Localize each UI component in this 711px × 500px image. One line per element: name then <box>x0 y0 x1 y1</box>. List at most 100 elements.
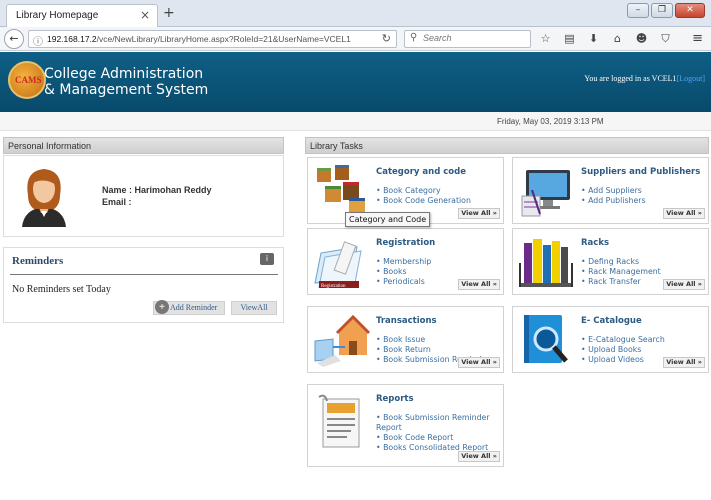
link-book-submission-reminder-report[interactable]: Book Submission Reminder Report <box>376 413 500 433</box>
url-text[interactable]: 192.168.17.2/vce/NewLibrary/LibraryHome.… <box>47 34 351 44</box>
card-links: Add Suppliers Add Publishers <box>581 186 646 206</box>
link-book-category[interactable]: Book Category <box>376 186 471 196</box>
pocket-icon[interactable]: ⛉ <box>658 31 673 46</box>
card-links: Book Category Book Code Generation <box>376 186 471 206</box>
user-name: Name : Harimohan Reddy <box>102 185 212 195</box>
report-document-icon <box>318 394 360 448</box>
browser-tab[interactable]: Library Homepage × <box>6 4 158 27</box>
browser-nav-bar: ← ⓘ 192.168.17.2/vce/NewLibrary/LibraryH… <box>0 27 711 51</box>
card-title[interactable]: Suppliers and Publishers <box>581 167 700 177</box>
tooltip: Category and Code <box>345 212 431 227</box>
card-links: Membership Books Periodicals <box>376 257 431 287</box>
link-add-suppliers[interactable]: Add Suppliers <box>581 186 646 196</box>
link-membership[interactable]: Membership <box>376 257 431 267</box>
browser-search-box[interactable]: ⚲ <box>404 30 531 48</box>
ecatalogue-search-icon <box>524 315 568 363</box>
user-info: Name : Harimohan Reddy Email : <box>102 184 212 208</box>
view-all-button[interactable]: View All » <box>458 279 500 290</box>
view-all-button[interactable]: View All » <box>458 451 500 462</box>
browser-tab-bar: Library Homepage × + – ❐ ✕ <box>0 0 711 27</box>
download-icon[interactable]: ⬇ <box>586 31 601 46</box>
app-header: CAMS College Administration & Management… <box>0 52 711 112</box>
registration-icon: Registration <box>314 241 362 289</box>
hamburger-menu-icon[interactable]: ≡ <box>692 31 703 46</box>
browser-toolbar: ☆ ▤ ⬇ ⌂ ☻ ⛉ <box>538 31 673 46</box>
add-reminder-label: Add Reminder <box>170 303 218 312</box>
home-icon[interactable]: ⌂ <box>610 31 625 46</box>
card-title[interactable]: Racks <box>581 238 609 248</box>
library-tasks-header: Library Tasks <box>305 137 709 154</box>
app-title: College Administration & Management Syst… <box>44 66 208 98</box>
info-icon[interactable]: i <box>260 253 274 265</box>
reload-icon[interactable]: ↻ <box>382 32 391 45</box>
task-card-registration: Registration Registration Membership Boo… <box>307 228 504 295</box>
personal-info-header: Personal Information <box>3 137 284 154</box>
link-upload-books[interactable]: Upload Books <box>581 345 665 355</box>
minimize-icon[interactable]: – <box>627 3 649 18</box>
personal-info-panel: Name : Harimohan Reddy Email : <box>3 155 284 237</box>
view-all-button[interactable]: View All » <box>663 208 705 219</box>
info-icon[interactable]: ⓘ <box>33 33 43 48</box>
link-rack-management[interactable]: Rack Management <box>581 267 661 277</box>
task-card-ecatalogue: E- Catalogue E-Catalogue Search Upload B… <box>512 306 709 373</box>
app-title-line1: College Administration <box>44 66 204 82</box>
transactions-house-icon <box>314 314 371 367</box>
svg-text:Registration: Registration <box>321 284 346 289</box>
current-date: Friday, May 03, 2019 3:13 PM <box>497 117 604 126</box>
card-title[interactable]: Registration <box>376 238 435 248</box>
card-title[interactable]: Transactions <box>376 316 437 326</box>
search-input[interactable] <box>423 33 523 43</box>
user-email: Email : <box>102 197 132 207</box>
book-rack-icon <box>519 239 573 287</box>
app-title-line2: & Management System <box>44 82 209 98</box>
reminders-title: Reminders <box>12 255 64 267</box>
link-defing-racks[interactable]: Defing Racks <box>581 257 661 267</box>
address-bar[interactable]: ⓘ 192.168.17.2/vce/NewLibrary/LibraryHom… <box>28 30 397 48</box>
link-upload-videos[interactable]: Upload Videos <box>581 355 665 365</box>
card-links: E-Catalogue Search Upload Books Upload V… <box>581 335 665 365</box>
plus-icon: + <box>155 300 169 314</box>
view-all-button[interactable]: View All » <box>663 357 705 368</box>
chat-icon[interactable]: ☻ <box>634 31 649 46</box>
task-card-racks: Racks Defing Racks Rack Management Rack … <box>512 228 709 295</box>
link-periodicals[interactable]: Periodicals <box>376 277 431 287</box>
logout-link[interactable]: [Logout] <box>677 74 705 83</box>
link-book-code-generation[interactable]: Book Code Generation <box>376 196 471 206</box>
url-path: /vce/NewLibrary/LibraryHome.aspx?RoleId=… <box>96 34 351 44</box>
monitor-icon <box>521 170 570 217</box>
card-title[interactable]: Category and code <box>376 167 466 177</box>
link-ecatalogue-search[interactable]: E-Catalogue Search <box>581 335 665 345</box>
link-book-return[interactable]: Book Return <box>376 345 490 355</box>
search-icon: ⚲ <box>410 32 418 43</box>
login-info: You are logged in as VCEL1[Logout] <box>584 74 705 83</box>
window-close-icon[interactable]: ✕ <box>675 3 705 18</box>
card-title[interactable]: Reports <box>376 394 414 404</box>
view-all-reminders-button[interactable]: ViewAll <box>231 301 277 315</box>
back-arrow-icon[interactable]: ← <box>4 29 24 49</box>
bookmark-star-icon[interactable]: ☆ <box>538 31 553 46</box>
new-tab-icon[interactable]: + <box>163 5 175 21</box>
link-add-publishers[interactable]: Add Publishers <box>581 196 645 206</box>
link-book-issue[interactable]: Book Issue <box>376 335 490 345</box>
task-card-transactions: Transactions Book Issue Book Return Book… <box>307 306 504 373</box>
url-host: 192.168.17.2 <box>47 34 97 44</box>
card-links: Book Submission Reminder Report Book Cod… <box>376 413 500 453</box>
link-rack-transfer[interactable]: Rack Transfer <box>581 277 661 287</box>
view-all-button[interactable]: View All » <box>663 279 705 290</box>
window-controls: – ❐ ✕ <box>627 3 705 18</box>
link-books[interactable]: Books <box>376 267 431 277</box>
tab-title: Library Homepage <box>16 10 99 21</box>
close-tab-icon[interactable]: × <box>140 8 150 22</box>
divider <box>10 274 278 275</box>
task-card-suppliers: Suppliers and Publishers Add Suppliers A… <box>512 157 709 224</box>
cams-logo: CAMS <box>8 61 46 99</box>
task-card-reports: Reports Book Submission Reminder Report … <box>307 384 504 467</box>
reminders-empty-text: No Reminders set Today <box>12 284 111 295</box>
maximize-icon[interactable]: ❐ <box>651 3 673 18</box>
reading-list-icon[interactable]: ▤ <box>562 31 577 46</box>
link-book-code-report[interactable]: Book Code Report <box>376 433 500 443</box>
view-all-button[interactable]: View All » <box>458 208 500 219</box>
add-reminder-button[interactable]: + Add Reminder <box>153 300 225 315</box>
card-title[interactable]: E- Catalogue <box>581 316 642 326</box>
view-all-button[interactable]: View All » <box>458 357 500 368</box>
